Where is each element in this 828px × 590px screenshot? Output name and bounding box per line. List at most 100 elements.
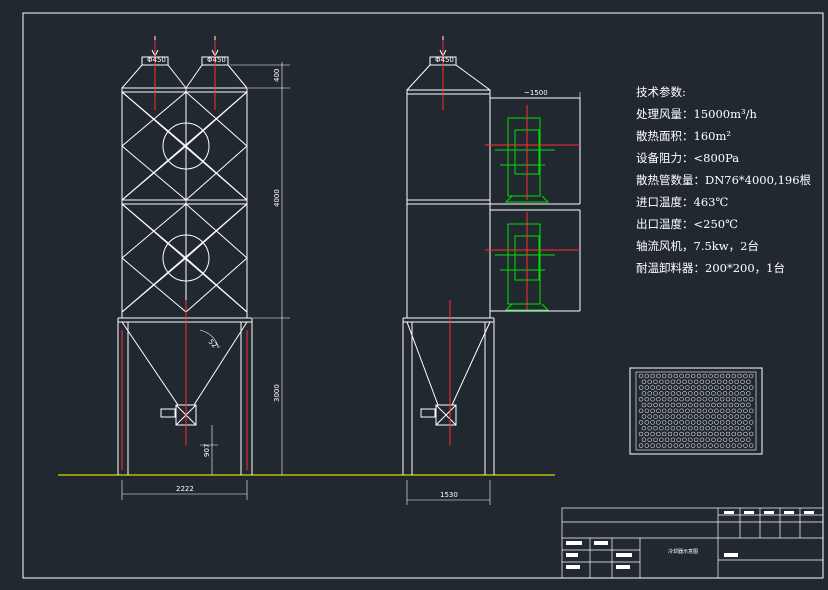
spec-line: 散热面积：160m² [636, 129, 731, 143]
tube-hole [714, 420, 719, 425]
tube-hole [693, 437, 699, 443]
tube-hole [685, 373, 690, 379]
tube-hole [664, 391, 670, 396]
tube-hole [734, 379, 739, 385]
tube-hole [722, 425, 728, 431]
tube-hole [653, 437, 658, 443]
tube-hole [743, 408, 748, 414]
tube-hole [699, 414, 705, 419]
tube-hole [719, 373, 725, 379]
tube-hole [685, 396, 690, 402]
tube-hole [644, 443, 650, 448]
tube-hole [690, 385, 696, 390]
tube-hole [685, 443, 690, 448]
tube-hole [682, 437, 687, 443]
tube-hole [728, 391, 734, 396]
tube-hole [743, 431, 748, 437]
tube-hole [743, 420, 748, 425]
tube-hole [734, 414, 739, 419]
tube-hole [653, 391, 658, 396]
dim-fan-offset: ~1500 [524, 89, 548, 97]
tube-hole [667, 443, 673, 448]
tube-hole [734, 391, 739, 396]
tube-hole [696, 431, 702, 437]
tube-hole [743, 396, 748, 402]
tube-hole [661, 431, 667, 437]
tube-hole [722, 402, 728, 408]
inlet-right-label: Φ450 [207, 56, 226, 64]
tube-hole [714, 408, 719, 414]
tube-hole [725, 420, 731, 425]
tube-hole [685, 408, 690, 414]
spec-line: 轴流风机，7.5kw，2台 [636, 239, 759, 253]
tube-hole [664, 425, 670, 431]
tube-hole [705, 379, 710, 385]
spec-line: 耐温卸料器：200*200，1台 [636, 261, 785, 275]
tube-hole [711, 425, 716, 431]
tube-hole [641, 437, 647, 443]
dim-hopper-height: 3000 [273, 384, 281, 402]
tube-hole [702, 420, 708, 425]
tube-hole [688, 379, 693, 385]
spec-title: 技术参数: [636, 85, 686, 99]
tube-hole [685, 420, 690, 425]
tube-hole [676, 425, 681, 431]
tube-hole [661, 396, 667, 402]
tube-hole [737, 373, 742, 379]
tube-hole [748, 385, 754, 390]
tube-hole [740, 437, 745, 443]
tube-hole [656, 443, 661, 448]
tube-hole [731, 420, 737, 425]
tube-hole [737, 420, 742, 425]
drawing-name: 冷却器示意图 [668, 548, 698, 555]
dim-width-front: 2222 [176, 485, 194, 493]
tube-hole [699, 425, 705, 431]
tube-hole [644, 408, 650, 414]
tube-hole [696, 408, 702, 414]
tube-hole [673, 420, 679, 425]
tube-hole [673, 443, 679, 448]
tube-hole [650, 373, 655, 379]
tube-hole [653, 414, 658, 419]
tube-hole [690, 443, 696, 448]
tube-hole [699, 391, 705, 396]
tube-hole [647, 437, 652, 443]
tube-hole [746, 379, 751, 385]
tube-hole [664, 414, 670, 419]
tube-hole [708, 420, 713, 425]
tube-hole [737, 396, 742, 402]
tube-hole [731, 373, 737, 379]
tube-hole [676, 391, 681, 396]
cad-drawing: Φ450 Φ450 400 4000 3000 907 2222 52° Φ45… [22, 12, 824, 579]
tube-hole [705, 391, 710, 396]
tube-hole [737, 443, 742, 448]
tube-hole [702, 396, 708, 402]
tube-hole [656, 396, 661, 402]
tube-hole [728, 379, 734, 385]
dim-main-height: 4000 [273, 189, 281, 207]
tube-hole [699, 437, 705, 443]
tube-hole [748, 420, 754, 425]
tube-hole [659, 379, 664, 385]
tube-hole [656, 385, 661, 390]
tube-hole [708, 396, 713, 402]
tube-hole [702, 443, 708, 448]
tube-hole [711, 437, 716, 443]
tube-hole [690, 408, 696, 414]
tube-hole [676, 402, 681, 408]
tube-hole [661, 385, 667, 390]
tube-hole [711, 391, 716, 396]
tube-hole [667, 373, 673, 379]
tube-hole [647, 425, 652, 431]
tube-hole [696, 385, 702, 390]
tube-hole [746, 402, 751, 408]
tube-hole [696, 373, 702, 379]
tube-hole [650, 396, 655, 402]
tube-hole [714, 431, 719, 437]
tube-hole [734, 425, 739, 431]
tube-hole [638, 443, 644, 448]
tube-hole [719, 431, 725, 437]
tube-hole [682, 414, 687, 419]
tube-hole [682, 379, 687, 385]
tube-hole [717, 414, 722, 419]
